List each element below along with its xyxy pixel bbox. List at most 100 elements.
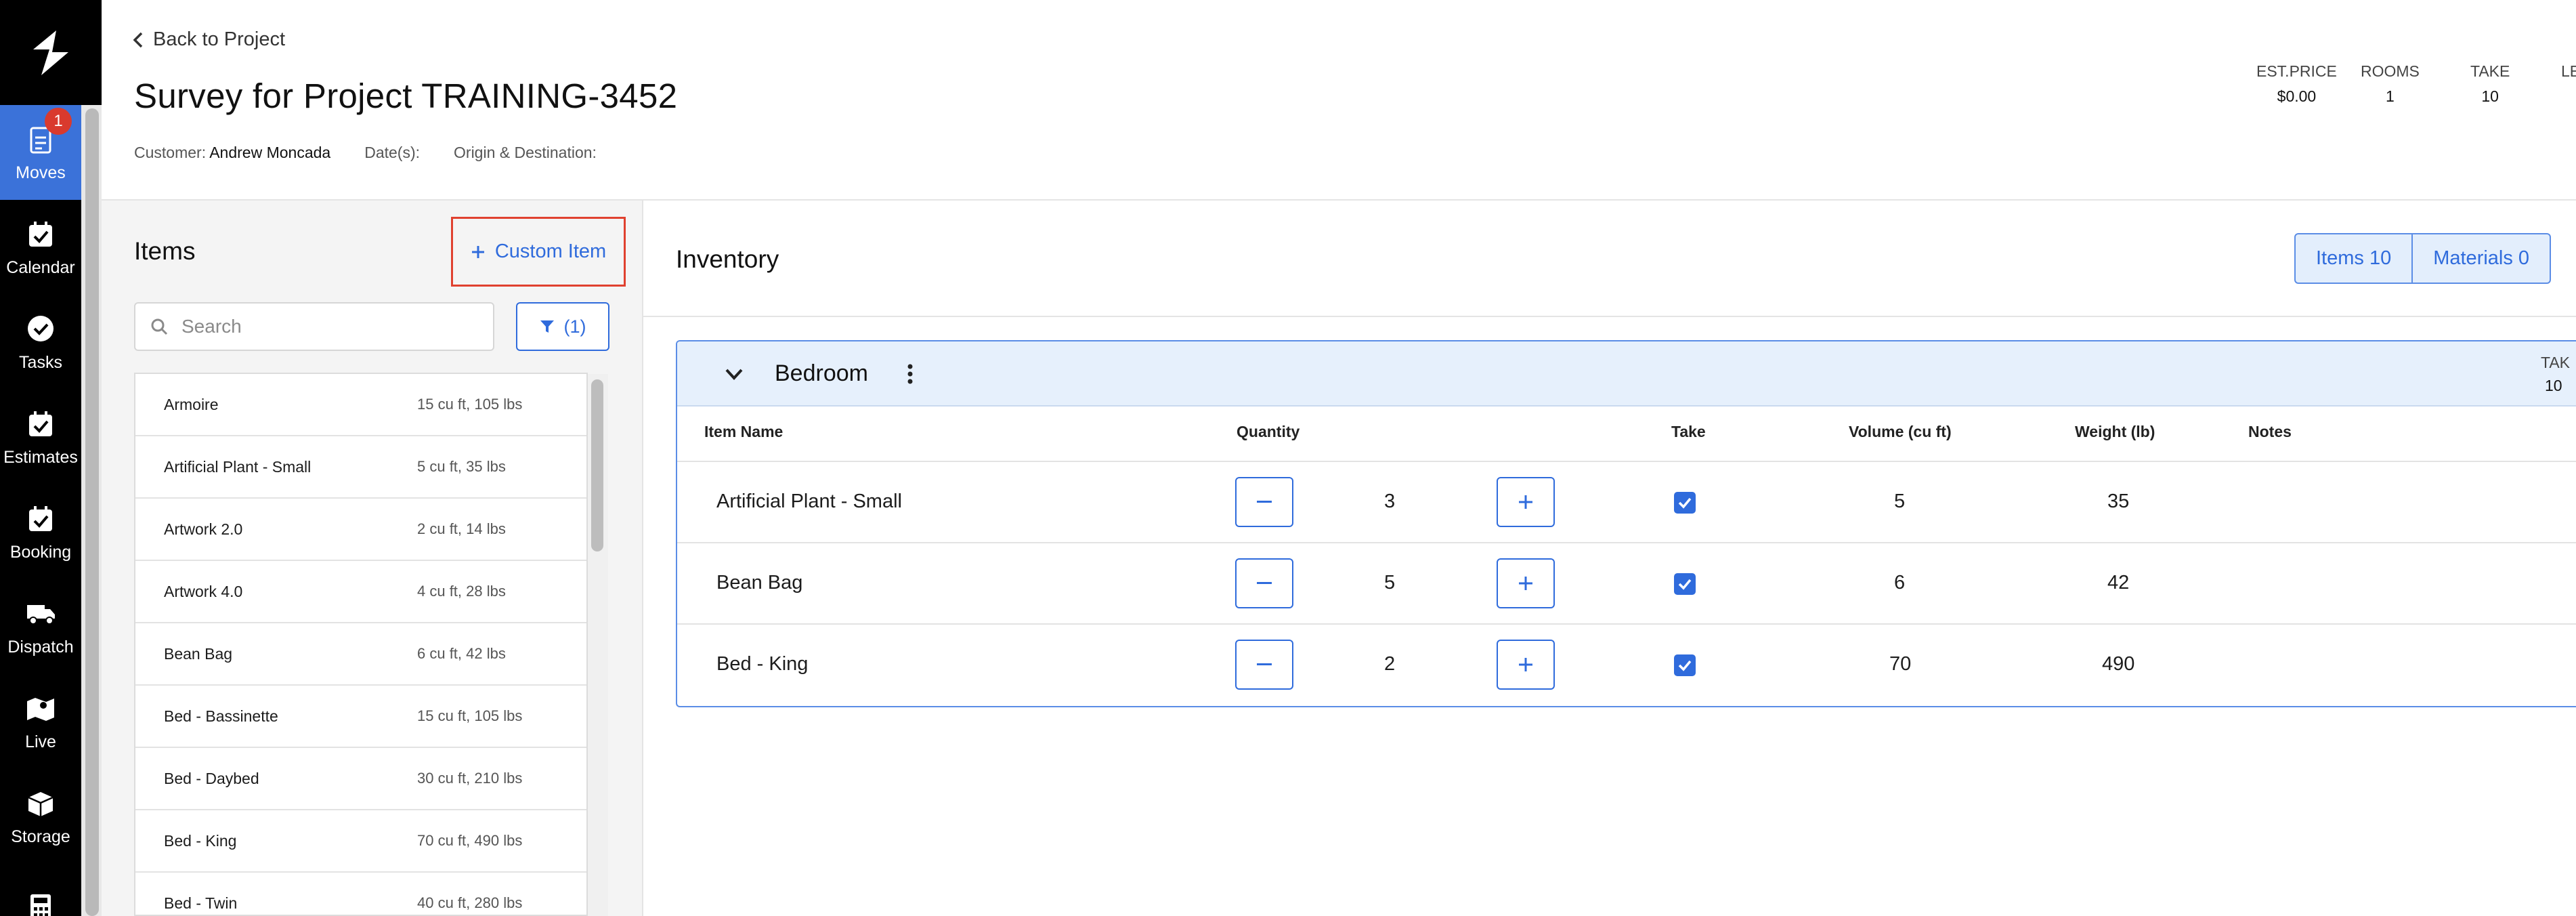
list-item-info: 15 cu ft, 105 lbs [417,707,523,724]
stat-label: EST.PRICE [2256,62,2337,80]
item-catalog-list: Armoire 15 cu ft, 105 lbs Artificial Plant… [134,373,588,916]
plus-icon [1519,658,1532,671]
list-item[interactable]: Artwork 4.0 4 cu ft, 28 lbs [135,561,586,623]
list-item[interactable]: Bed - King 70 cu ft, 490 lbs [135,810,586,873]
inventory-divider [643,316,2576,317]
list-item[interactable]: Artificial Plant - Small 5 cu ft, 35 lbs [135,436,586,499]
checkmark-icon [1678,579,1692,590]
nav-icon-wrap [24,787,57,819]
truck-icon [27,604,55,625]
table-row: Artificial Plant - Small 3 5 35 [677,462,2576,543]
decrement-button[interactable] [1235,477,1293,527]
inventory-title: Inventory [676,245,779,273]
col-notes: Notes [2248,423,2292,440]
nav-item-storage[interactable]: Storage [0,769,81,864]
row-item-name: Bed - King [716,653,809,675]
stat-truncated: LE [2561,62,2576,81]
nav-item-label: Moves [16,163,66,182]
app-logo[interactable] [0,0,102,105]
filter-button[interactable]: (1) [516,302,609,351]
nav-item-label: Booking [9,542,72,562]
room-name: Bedroom [775,360,868,386]
col-item-name: Item Name [704,423,783,440]
row-item-name: Artificial Plant - Small [716,491,902,512]
nav-item-live[interactable]: Live [0,674,81,769]
list-item-info: 6 cu ft, 42 lbs [417,645,506,662]
stat-take: TAKE 10 [2470,62,2510,106]
row-weight: 490 [2102,653,2135,675]
search-icon [151,318,168,335]
increment-button[interactable] [1497,640,1555,690]
list-item[interactable]: Bean Bag 6 cu ft, 42 lbs [135,623,586,686]
chevron-down-icon[interactable] [721,360,748,388]
decrement-button[interactable] [1235,640,1293,690]
tab-materials[interactable]: Materials 0 [2411,234,2550,283]
stat-label: ROOMS [2361,62,2420,80]
row-weight: 35 [2107,491,2130,512]
row-quantity: 3 [1384,491,1396,512]
calendar-check-icon [29,411,52,436]
list-item[interactable]: Armoire 15 cu ft, 105 lbs [135,374,586,436]
list-item[interactable]: Bed - Twin 40 cu ft, 280 lbs [135,873,586,915]
nav-item-estimates[interactable]: Estimates [0,390,81,484]
increment-button[interactable] [1497,477,1555,527]
stat-rooms: ROOMS 1 [2361,62,2420,106]
stat-value: $0.00 [2277,87,2317,105]
increment-button[interactable] [1497,558,1555,608]
more-vertical-icon[interactable] [905,360,916,388]
customer-meta: Customer: Andrew Moncada [134,144,330,162]
list-item-info: 40 cu ft, 280 lbs [417,894,523,911]
list-scrollbar-thumb[interactable] [591,379,603,551]
take-checkbox[interactable] [1674,573,1696,595]
plus-icon [1519,495,1532,509]
stat-label: TAKE [2470,62,2510,80]
stat-value: 10 [2481,87,2499,105]
minus-icon [1257,501,1272,503]
room-card-bedroom: Bedroom TAK 10 Item Name Quantity Take V… [676,340,2576,707]
list-item-info: 70 cu ft, 490 lbs [417,832,523,849]
nav-icon-wrap: 1 [24,107,72,155]
list-item[interactable]: Bed - Daybed 30 cu ft, 210 lbs [135,748,586,810]
list-item-name: Artificial Plant - Small [164,457,312,476]
calculator-icon [30,894,51,916]
list-item-info: 30 cu ft, 210 lbs [417,770,523,787]
minus-icon [1257,582,1272,584]
list-item[interactable]: Bed - Bassinette 15 cu ft, 105 lbs [135,686,586,748]
filter-count: (1) [563,316,586,337]
nav-icon-wrap [24,692,57,724]
nav-icon-wrap [24,891,57,916]
page-title: Survey for Project TRAINING-3452 [134,77,678,115]
logo-icon [33,30,68,75]
decrement-button[interactable] [1235,558,1293,608]
custom-item-button[interactable]: Custom Item [451,217,626,287]
nav-item-label: Storage [11,827,70,846]
search-input[interactable] [181,316,466,337]
list-item-name: Bed - Bassinette [164,707,278,725]
row-weight: 42 [2107,572,2130,594]
table-row: Bed - King 2 70 490 [677,625,2576,706]
nav-item-dispatch[interactable]: Dispatch [0,579,81,674]
nav-item-tasks[interactable]: Tasks [0,295,81,390]
customer-label: Customer: [134,144,207,161]
list-item[interactable]: Artwork 2.0 2 cu ft, 14 lbs [135,499,586,561]
nav-item-label: Calendar [6,257,75,277]
col-quantity: Quantity [1237,423,1300,440]
nav-item-booking[interactable]: Booking [0,484,81,579]
nav-item-calculator[interactable] [0,864,81,916]
customer-value: Andrew Moncada [209,144,331,161]
plus-icon [471,245,484,258]
tab-items[interactable]: Items 10 [2296,234,2411,283]
back-to-project-link[interactable]: Back to Project [133,28,285,51]
take-checkbox[interactable] [1674,492,1696,514]
nav-scrollbar-thumb[interactable] [85,108,99,916]
room-take-label: TAK [2541,354,2571,371]
origin-destination-label: Origin & Destination: [454,144,597,161]
inventory-tabs: Items 10 Materials 0 [2294,233,2552,284]
nav-item-moves[interactable]: 1 Moves [0,105,81,200]
nav-item-calendar[interactable]: Calendar [0,200,81,295]
take-checkbox[interactable] [1674,654,1696,676]
dates-label: Date(s): [364,144,421,161]
stat-est-price: EST.PRICE $0.00 [2256,62,2337,106]
stat-value: 1 [2386,87,2395,105]
col-weight: Weight (lb) [2075,423,2155,440]
